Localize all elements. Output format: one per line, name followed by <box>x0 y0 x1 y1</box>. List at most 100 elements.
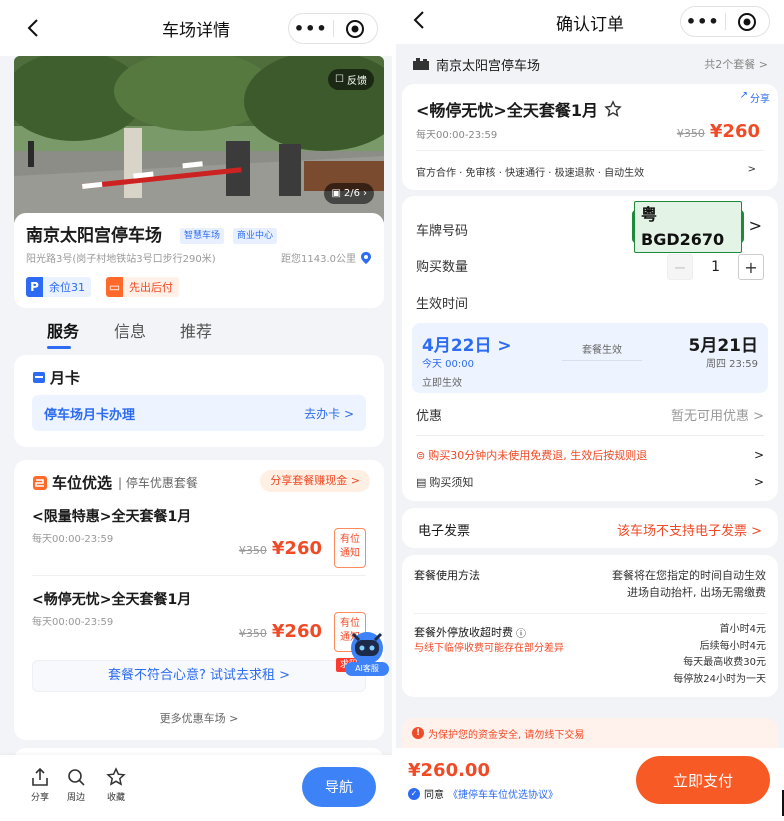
search-icon <box>68 769 85 786</box>
refund-row[interactable]: ⊜ 购买30分钟内未使用免费退, 生效后按规则退 > <box>416 447 764 463</box>
tab-info[interactable]: 信息 <box>114 318 146 342</box>
tag-commercial: 商业中心 <box>233 228 278 244</box>
notify-button[interactable]: 有位 通知 <box>334 528 366 568</box>
parking-icon: P <box>26 277 43 297</box>
safety-banner: ! 为保护您的资金安全, 请勿线下交易 <box>402 718 778 748</box>
warning-icon: ! <box>412 727 424 739</box>
document-icon: ▤ <box>416 475 427 489</box>
share-icon: ↗ <box>739 90 748 101</box>
page-title: 车场详情 <box>162 20 230 41</box>
package-title: <畅停无忧>全天套餐1月 <box>416 97 622 121</box>
package-name: <限量特惠>全天套餐1月 <box>32 509 192 525</box>
back-icon[interactable] <box>408 8 430 32</box>
more-icon[interactable]: ••• <box>681 8 725 36</box>
nav-bar: 确认订单 ••• <box>396 0 784 44</box>
total-price: ¥260.00 <box>408 760 490 781</box>
end-date: 5月21日 <box>688 336 759 356</box>
tab-indicator <box>47 346 71 349</box>
monthly-card-section: 月卡 停车场月卡办理 去办卡 > <box>14 355 384 447</box>
feedback-button[interactable]: ☐ 反馈 <box>328 69 374 90</box>
back-icon[interactable] <box>22 16 44 40</box>
deals-title: 车位优选 | 停车优惠套餐 <box>32 472 198 493</box>
more-lots-link[interactable]: 更多优惠车场 > <box>14 710 384 726</box>
pay-now-button[interactable]: 立即支付 <box>636 756 770 804</box>
lot-header[interactable]: 南京太阳宫停车场 共2个套餐 > <box>396 44 784 84</box>
detail-tabs: 服务 信息 推荐 <box>0 310 392 352</box>
start-note: 立即生效 <box>422 378 462 389</box>
check-icon[interactable]: ✓ <box>408 787 420 800</box>
star-icon[interactable] <box>604 100 622 118</box>
package-time: 每天00:00-23:59 <box>32 617 114 628</box>
photo-counter[interactable]: ▣ 2/6 › <box>324 183 374 204</box>
package-price: ¥350 ¥260 <box>238 621 322 642</box>
plate-number[interactable]: 粤BGD2670 <box>632 200 744 253</box>
package-price: ¥350 ¥260 <box>238 538 322 559</box>
refund-icon: ⊜ <box>416 448 426 462</box>
lot-detail-screen: 车场详情 ••• ☐ 反馈 ▣ 2/6 › 南京太阳宫停车场 智慧车场 商业中心… <box>0 0 392 821</box>
robot-icon <box>351 632 383 664</box>
chevron-right-icon: > <box>747 164 756 175</box>
discount-row[interactable]: 优惠 暂无可用优惠 > <box>416 405 764 424</box>
page-title: 确认订单 <box>556 14 624 35</box>
tag-smart-lot: 智慧车场 <box>180 228 225 244</box>
card-icon <box>33 372 45 383</box>
spaces-badge: P 余位31 <box>26 277 91 297</box>
share-deals-button[interactable]: 分享套餐赚现金 > <box>260 470 370 492</box>
help-icon[interactable]: ⓘ <box>516 625 526 640</box>
location-icon <box>361 251 371 264</box>
favorite-button[interactable]: 收藏 <box>106 767 126 803</box>
package-price: ¥350 ¥260 <box>676 121 760 142</box>
nav-bar: 车场详情 ••• <box>0 0 392 56</box>
package-count[interactable]: 共2个套餐 > <box>704 56 768 72</box>
mini-program-capsule: ••• <box>680 6 770 37</box>
share-button[interactable]: ↗ 分享 <box>740 90 770 105</box>
deals-icon <box>33 475 47 490</box>
package-time: 每天00:00-23:59 <box>416 130 498 141</box>
monthly-card-link[interactable]: 停车场月卡办理 去办卡 > <box>32 395 366 431</box>
package-time: 每天00:00-23:59 <box>32 534 114 545</box>
more-icon[interactable]: ••• <box>289 15 333 43</box>
wallet-icon: ▭ <box>106 277 123 297</box>
ai-service-button[interactable]: AI客服 <box>345 628 389 678</box>
monthly-title: 月卡 <box>32 367 80 388</box>
package-card: <畅停无忧>全天套餐1月 ↗ 分享 每天00:00-23:59 ¥350 ¥260… <box>402 84 778 190</box>
lot-photo[interactable]: ☐ 反馈 ▣ 2/6 › <box>14 56 384 226</box>
tab-service[interactable]: 服务 <box>47 318 79 342</box>
lot-info-card: 南京太阳宫停车场 智慧车场 商业中心 阳光路3号(岗子村地铁站3号口步行290米… <box>14 213 384 308</box>
chevron-right-icon[interactable]: > <box>749 216 762 235</box>
lot-address: 阳光路3号(岗子村地铁站3号口步行290米) <box>26 254 216 265</box>
overtime-rules: 首小时4元 后续每小时4元 每天最高收费30元 每停放24小时为一天 <box>673 624 766 685</box>
lot-name: 南京太阳宫停车场 <box>26 226 162 246</box>
decrease-button[interactable]: − <box>667 254 694 280</box>
increase-button[interactable]: + <box>738 254 764 280</box>
tab-recommend[interactable]: 推荐 <box>180 318 212 342</box>
close-target-icon[interactable] <box>334 19 378 39</box>
distance: 距您1143.0公里 <box>281 250 372 265</box>
package-name: <畅停无忧>全天套餐1月 <box>32 592 192 608</box>
pay-later-badge: ▭ 先出后付 <box>106 277 179 297</box>
agreement-row: ✓ 同意 《捷停车车位优选协议》 <box>408 786 558 801</box>
nearby-button[interactable]: 周边 <box>66 767 86 803</box>
bottom-toolbar: 分享 周边 收藏 导航 <box>0 755 392 821</box>
start-date[interactable]: 4月22日 > <box>422 331 512 356</box>
star-icon <box>106 767 126 786</box>
usage-card: 套餐使用方法 套餐将在您指定的时间自动生效 进场自动抬杆, 出场无需缴费 套餐外… <box>402 555 778 697</box>
invoice-card[interactable]: 电子发票 该车场不支持电子发票 > <box>402 508 778 548</box>
usage-text: 套餐将在您指定的时间自动生效 进场自动抬杆, 出场无需缴费 <box>612 569 766 599</box>
date-range: 4月22日 > 今天 00:00 立即生效 套餐生效 5月21日 周四 23:5… <box>412 323 768 393</box>
share-icon <box>32 767 48 786</box>
end-time: 周四 23:59 <box>706 359 758 370</box>
mini-program-capsule: ••• <box>288 13 378 44</box>
quantity-stepper: − 1 + <box>667 254 764 280</box>
navigate-button[interactable]: 导航 <box>302 767 376 807</box>
agreement-link[interactable]: 《捷停车车位优选协议》 <box>448 786 558 801</box>
notice-row[interactable]: ▤ 购买须知 > <box>416 474 764 490</box>
close-target-icon[interactable] <box>726 12 770 32</box>
features-row[interactable]: 官方合作 · 免审核 · 快速通行 · 极速退款 · 自动生效 > <box>416 164 756 179</box>
effective-row: 生效时间 <box>416 297 469 312</box>
deals-section: 车位优选 | 停车优惠套餐 分享套餐赚现金 > <限量特惠>全天套餐1月 每天0… <box>14 460 384 740</box>
share-button[interactable]: 分享 <box>30 767 50 803</box>
image-icon: ▣ <box>331 188 341 199</box>
confirm-order-screen: 确认订单 ••• 南京太阳宫停车场 共2个套餐 > <畅停无忧>全天套餐1月 ↗… <box>396 0 784 821</box>
rent-request-link[interactable]: 套餐不符合心意? 试试去求租 > <box>32 660 366 692</box>
